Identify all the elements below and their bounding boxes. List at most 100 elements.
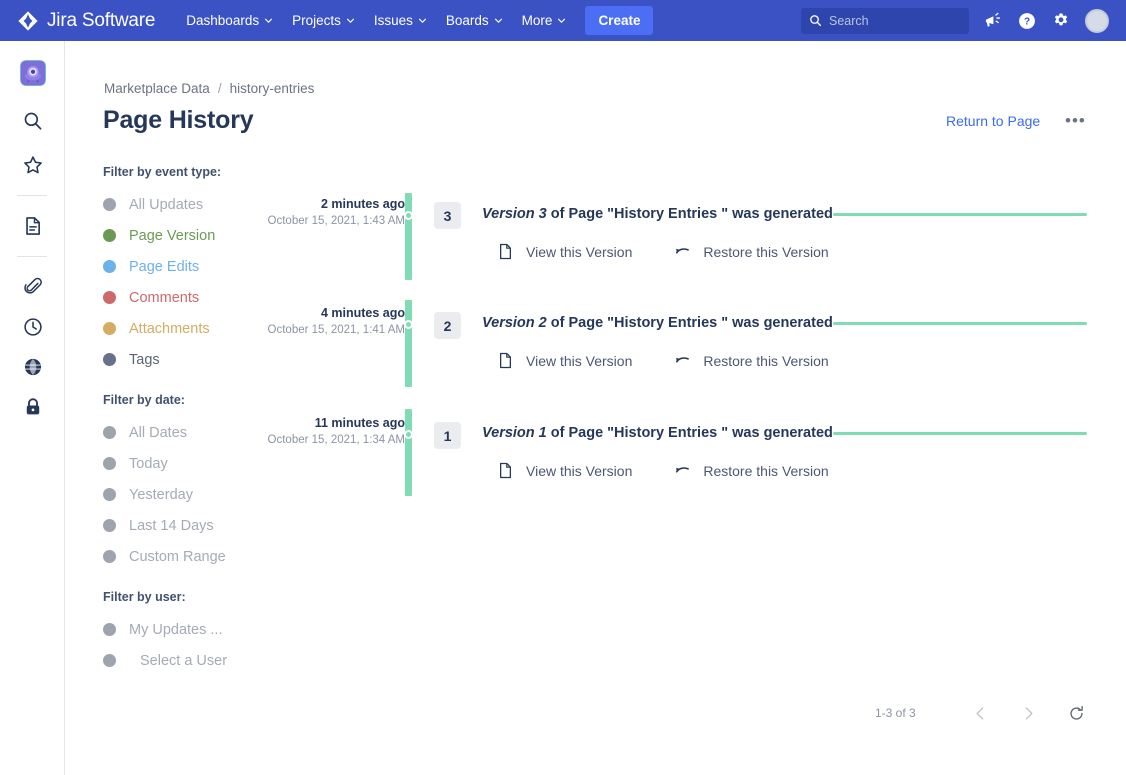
version-headline: Version 1 of Page "History Entries " was… <box>482 425 1087 441</box>
timeline-dot-icon <box>404 211 413 220</box>
create-button[interactable]: Create <box>585 6 654 35</box>
restore-this-version-button[interactable]: Restore this Version <box>674 243 829 260</box>
version-headline-rest: of Page "History Entries " was generated <box>546 315 833 331</box>
lock-icon <box>26 398 39 415</box>
absolute-time: October 15, 2021, 1:41 AM <box>267 324 405 336</box>
nav-item-label: Projects <box>292 13 341 28</box>
jira-diamond-logo-icon <box>18 10 38 31</box>
refresh-icon <box>1070 705 1083 720</box>
nav-item-more[interactable]: More <box>513 7 576 34</box>
pagination-refresh-button[interactable] <box>1060 696 1094 730</box>
chevron-down-icon <box>264 18 273 23</box>
chevron-down-icon <box>494 18 502 23</box>
version-number-badge[interactable]: 3 <box>434 202 461 229</box>
app-logo-button[interactable] <box>0 53 65 93</box>
relative-time: 11 minutes ago <box>314 416 405 430</box>
nav-item-label: Dashboards <box>186 13 260 28</box>
globe-icon <box>24 358 41 376</box>
absolute-time: October 15, 2021, 1:43 AM <box>267 215 405 227</box>
restore-this-version-button[interactable]: Restore this Version <box>674 352 829 369</box>
version-accent-line <box>832 212 1087 216</box>
primary-nav-items: Dashboards Projects Issues Boards More C… <box>177 6 654 35</box>
restore-this-version-button[interactable]: Restore this Version <box>674 462 829 479</box>
pagination-prev-button[interactable] <box>964 696 998 730</box>
user-avatar[interactable] <box>1085 8 1109 33</box>
version-headline-text: Version 2 of Page "History Entries " was… <box>482 315 833 331</box>
version-actions: View this Version Restore this Version <box>497 243 829 260</box>
help-icon[interactable]: ? <box>1017 11 1037 31</box>
timeline-bar-segment <box>405 193 412 280</box>
relative-time: 2 minutes ago <box>320 197 405 211</box>
chevron-down-icon <box>346 18 354 23</box>
version-accent-line <box>832 431 1087 435</box>
search-icon <box>24 112 41 130</box>
search-input[interactable]: Search <box>801 7 969 34</box>
brand-logo-group[interactable]: Jira Software <box>17 10 155 32</box>
nav-item-dashboards[interactable]: Dashboards <box>177 7 282 34</box>
version-number-badge[interactable]: 1 <box>434 422 461 449</box>
pagination-count-label: 1-3 of 3 <box>875 706 916 720</box>
clock-icon <box>23 318 42 336</box>
version-timestamp: 4 minutes ago October 15, 2021, 1:41 AM <box>215 305 405 338</box>
search-icon <box>810 15 822 27</box>
nav-item-projects[interactable]: Projects <box>283 7 364 34</box>
app-logo-icon <box>19 60 46 86</box>
rail-divider <box>17 256 47 257</box>
nav-item-label: More <box>521 13 553 28</box>
version-number-badge[interactable]: 2 <box>434 312 461 339</box>
restore-this-version-label: Restore this Version <box>703 352 829 369</box>
left-icon-rail <box>0 41 65 775</box>
brand-name: Jira Software <box>47 9 156 31</box>
absolute-time: October 15, 2021, 1:34 AM <box>267 434 405 446</box>
rail-item-permissions[interactable] <box>0 387 65 427</box>
version-headline-text: Version 3 of Page "History Entries " was… <box>482 206 833 222</box>
undo-arrow-icon <box>676 467 690 473</box>
page-document-icon <box>500 352 511 369</box>
rail-item-global[interactable] <box>0 347 65 387</box>
nav-item-label: Boards <box>445 13 489 28</box>
undo-arrow-icon <box>676 357 690 363</box>
rail-item-starred[interactable] <box>0 145 65 185</box>
document-icon <box>25 217 40 235</box>
version-headline: Version 2 of Page "History Entries " was… <box>482 315 1087 331</box>
view-this-version-button[interactable]: View this Version <box>497 462 632 479</box>
version-headline-text: Version 1 of Page "History Entries " was… <box>482 425 833 441</box>
rail-item-attachments[interactable] <box>0 267 65 307</box>
view-this-version-button[interactable]: View this Version <box>497 352 632 369</box>
page-document-icon <box>500 462 511 479</box>
search-placeholder: Search <box>829 13 869 28</box>
version-headline-rest: of Page "History Entries " was generated <box>546 206 833 222</box>
nav-item-issues[interactable]: Issues <box>365 7 436 34</box>
nav-item-boards[interactable]: Boards <box>437 7 512 34</box>
rail-item-recent[interactable] <box>0 307 65 347</box>
rail-item-pages[interactable] <box>0 206 65 246</box>
timeline-bar-segment <box>405 300 412 387</box>
chevron-down-icon <box>418 18 426 23</box>
page-document-icon <box>500 243 511 260</box>
chevron-left-icon <box>976 706 984 720</box>
nav-right-group: Search ? <box>801 7 1109 34</box>
restore-this-version-label: Restore this Version <box>703 462 829 479</box>
version-headline: Version 3 of Page "History Entries " was… <box>482 206 1087 222</box>
star-icon <box>23 156 42 174</box>
version-accent-line <box>832 321 1087 325</box>
rail-item-search[interactable] <box>0 101 65 141</box>
version-emphasis: Version 3 <box>482 206 547 222</box>
view-this-version-button[interactable]: View this Version <box>497 243 632 260</box>
view-this-version-label: View this Version <box>526 243 633 260</box>
version-timestamp: 2 minutes ago October 15, 2021, 1:43 AM <box>215 196 405 229</box>
version-emphasis: Version 1 <box>482 425 547 441</box>
version-actions: View this Version Restore this Version <box>497 352 829 369</box>
relative-time: 4 minutes ago <box>320 306 405 320</box>
svg-text:?: ? <box>1024 16 1030 27</box>
version-headline-rest: of Page "History Entries " was generated <box>546 425 833 441</box>
rail-divider <box>17 195 47 196</box>
view-this-version-label: View this Version <box>526 352 633 369</box>
pagination-next-button[interactable] <box>1012 696 1046 730</box>
top-navigation-bar: Jira Software Dashboards Projects Issues… <box>0 0 1126 41</box>
version-actions: View this Version Restore this Version <box>497 462 829 479</box>
nav-item-label: Issues <box>373 13 413 28</box>
announcements-icon[interactable] <box>983 11 1003 31</box>
pagination-controls: 1-3 of 3 <box>875 696 1094 730</box>
settings-gear-icon[interactable] <box>1051 11 1071 31</box>
